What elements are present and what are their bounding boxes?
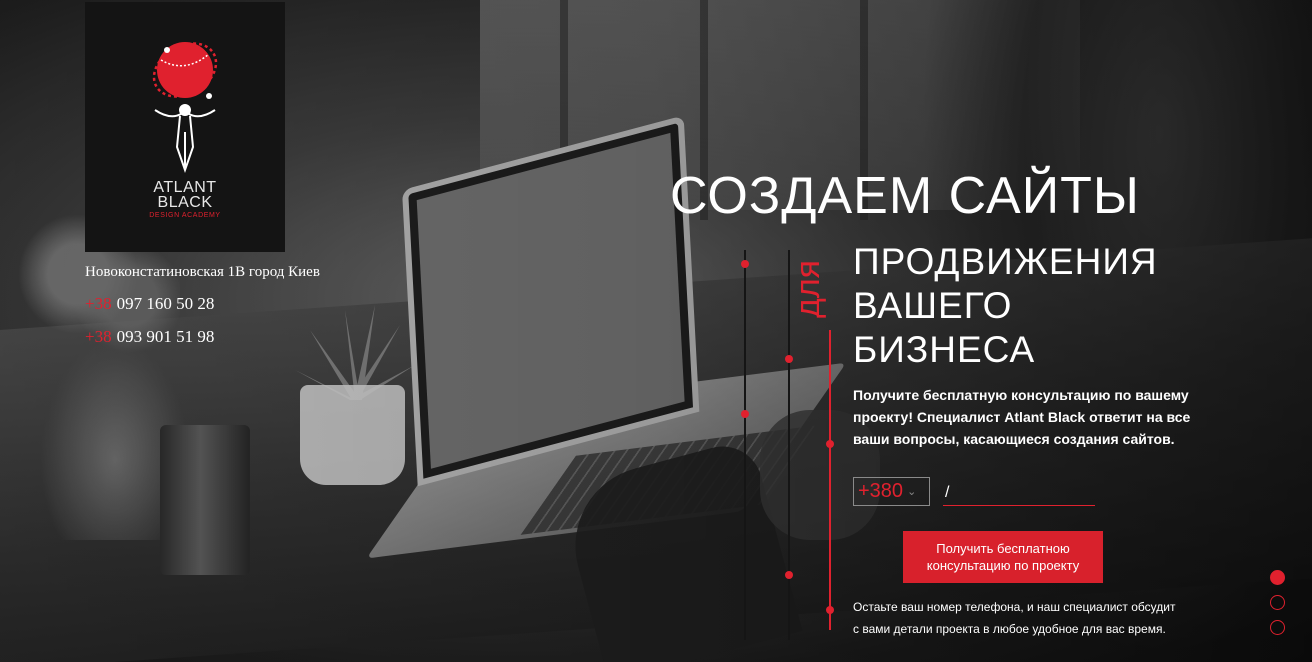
get-consultation-button[interactable]: Получить бесплатною консультацию по прое… (903, 531, 1103, 583)
phone-code: +38 (85, 327, 112, 346)
form-note-line: Остаьте ваш номер телефона, и наш специа… (853, 600, 1176, 614)
atlas-globe-icon (152, 42, 218, 174)
hero-subtitle-line: БИЗНЕСА (853, 329, 1036, 370)
address: Новоконстатиновская 1В город Киев (85, 264, 320, 280)
phone-input[interactable] (943, 480, 1095, 506)
button-label-line: консультацию по проекту (926, 558, 1080, 573)
hero-for-word: для (789, 259, 827, 318)
logo[interactable]: ATLANT BLACK DESIGN ACADEMY (85, 2, 285, 252)
phone-code: +38 (85, 294, 112, 313)
decor-dot (826, 440, 834, 448)
decor-dot (785, 355, 793, 363)
logo-text-black: BLACK (157, 194, 213, 211)
decor-dot (826, 606, 834, 614)
hero-subtitle: ПРОДВИЖЕНИЯ ВАШЕГО БИЗНЕСА (853, 240, 1158, 372)
phone-number: 097 160 50 28 (116, 294, 215, 313)
form-note: Остаьте ваш номер телефона, и наш специа… (853, 596, 1233, 640)
hero-subtitle-line: ПРОДВИЖЕНИЯ (853, 241, 1158, 282)
decor-line-accent (829, 330, 831, 630)
phone-number: 093 901 51 98 (116, 327, 215, 346)
hero-subtitle-line: ВАШЕГО (853, 285, 1013, 326)
slide-indicator-1[interactable] (1270, 570, 1285, 585)
slide-indicator-3[interactable] (1270, 620, 1285, 635)
logo-subtitle: DESIGN ACADEMY (149, 212, 221, 219)
country-code-select[interactable]: +380 ⌄ (853, 477, 930, 506)
hero-description: Получите бесплатную консультацию по ваше… (853, 387, 1191, 447)
hero-title: СОЗДАЕМ САЙТЫ (670, 167, 1140, 225)
form-note-line: с вами детали проекта в любое удобное дл… (853, 622, 1166, 636)
decor-dot (741, 410, 749, 418)
button-label-line: Получить бесплатною (936, 541, 1070, 556)
decor-dot (741, 260, 749, 268)
chevron-down-icon: ⌄ (907, 486, 917, 498)
phone-link-2[interactable]: +38 093 901 51 98 (85, 327, 214, 347)
slide-indicator-2[interactable] (1270, 595, 1285, 610)
decor-line (744, 250, 746, 640)
phone-link-1[interactable]: +38 097 160 50 28 (85, 294, 214, 314)
decor-dot (785, 571, 793, 579)
country-code-value: +380 (858, 480, 904, 502)
